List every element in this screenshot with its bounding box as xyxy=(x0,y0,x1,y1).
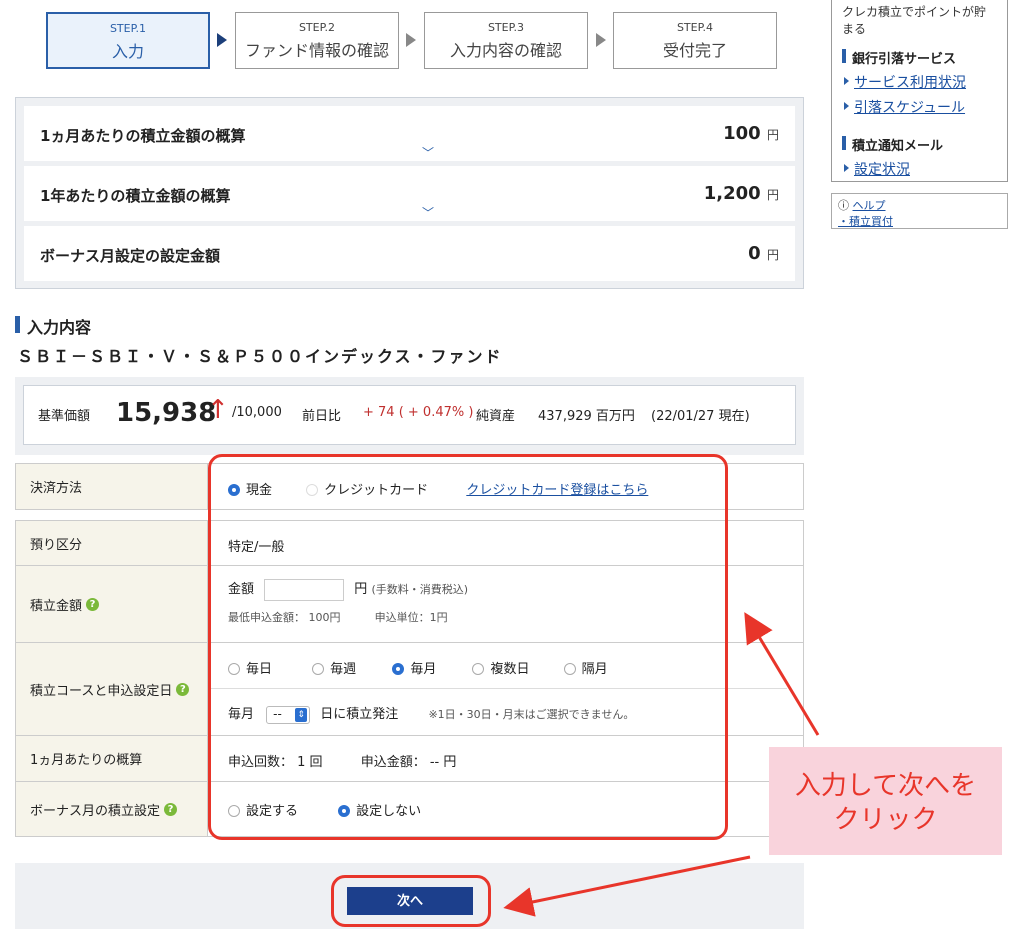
annotation-arrow-left xyxy=(503,855,751,917)
annotation-arrow-up xyxy=(744,612,820,736)
annotation-line-1: 入力して次へを xyxy=(794,771,977,801)
annotation-note: 入力して次へを クリック xyxy=(769,747,1002,855)
annotation-line-2: クリック xyxy=(833,805,938,835)
